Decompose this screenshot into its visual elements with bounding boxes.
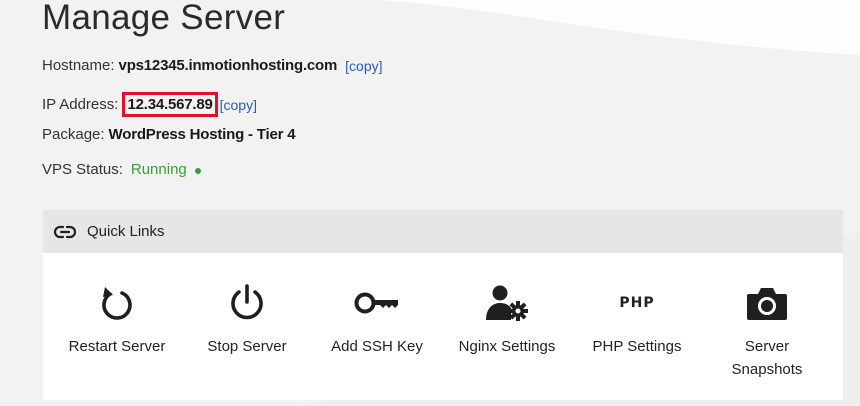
- stop-server-label: Stop Server: [207, 338, 287, 355]
- hostname-row: Hostname: vps12345.inmotionhosting.com […: [42, 57, 383, 74]
- package-label: Package:: [42, 126, 105, 143]
- page-title: Manage Server: [42, 0, 286, 37]
- vps-status-row: VPS Status: Running: [42, 161, 201, 178]
- restart-server-label: Restart Server: [68, 338, 166, 355]
- quick-links-header: Quick Links: [43, 210, 843, 253]
- package-row: Package: WordPress Hosting - Tier 4: [42, 126, 296, 143]
- quick-links-items: Restart Server Stop Server Add SSH Key N…: [43, 253, 843, 400]
- php-icon: PHP: [619, 295, 655, 311]
- user-gear-icon: [486, 285, 528, 321]
- server-snapshots-label: Server Snapshots: [731, 338, 803, 378]
- hostname-value: vps12345.inmotionhosting.com: [118, 57, 338, 74]
- power-icon: [231, 284, 263, 320]
- add-ssh-key-label: Add SSH Key: [331, 338, 423, 355]
- copy-hostname-link[interactable]: [copy]: [345, 58, 382, 74]
- restart-icon: [102, 287, 132, 320]
- status-indicator-dot: [194, 167, 201, 174]
- hostname-label: Hostname:: [42, 57, 115, 74]
- key-icon: [354, 292, 398, 314]
- package-value: WordPress Hosting - Tier 4: [108, 126, 296, 143]
- ip-address-label: IP Address:: [42, 96, 119, 113]
- vps-status-label: VPS Status:: [42, 161, 123, 178]
- ip-address-value: 12.34.567.89: [122, 92, 218, 117]
- copy-ip-link[interactable]: [copy]: [220, 97, 257, 113]
- ip-address-row: IP Address: 12.34.567.89 [copy]: [42, 92, 257, 117]
- vps-status-value: Running: [130, 161, 187, 178]
- link-icon: [53, 225, 77, 238]
- camera-icon: [747, 288, 787, 320]
- quick-links-panel: Quick Links Restart Server Stop Server A…: [43, 210, 843, 400]
- quick-links-title: Quick Links: [87, 223, 165, 240]
- nginx-settings-label: Nginx Settings: [458, 338, 556, 355]
- php-settings-label: PHP Settings: [592, 338, 682, 355]
